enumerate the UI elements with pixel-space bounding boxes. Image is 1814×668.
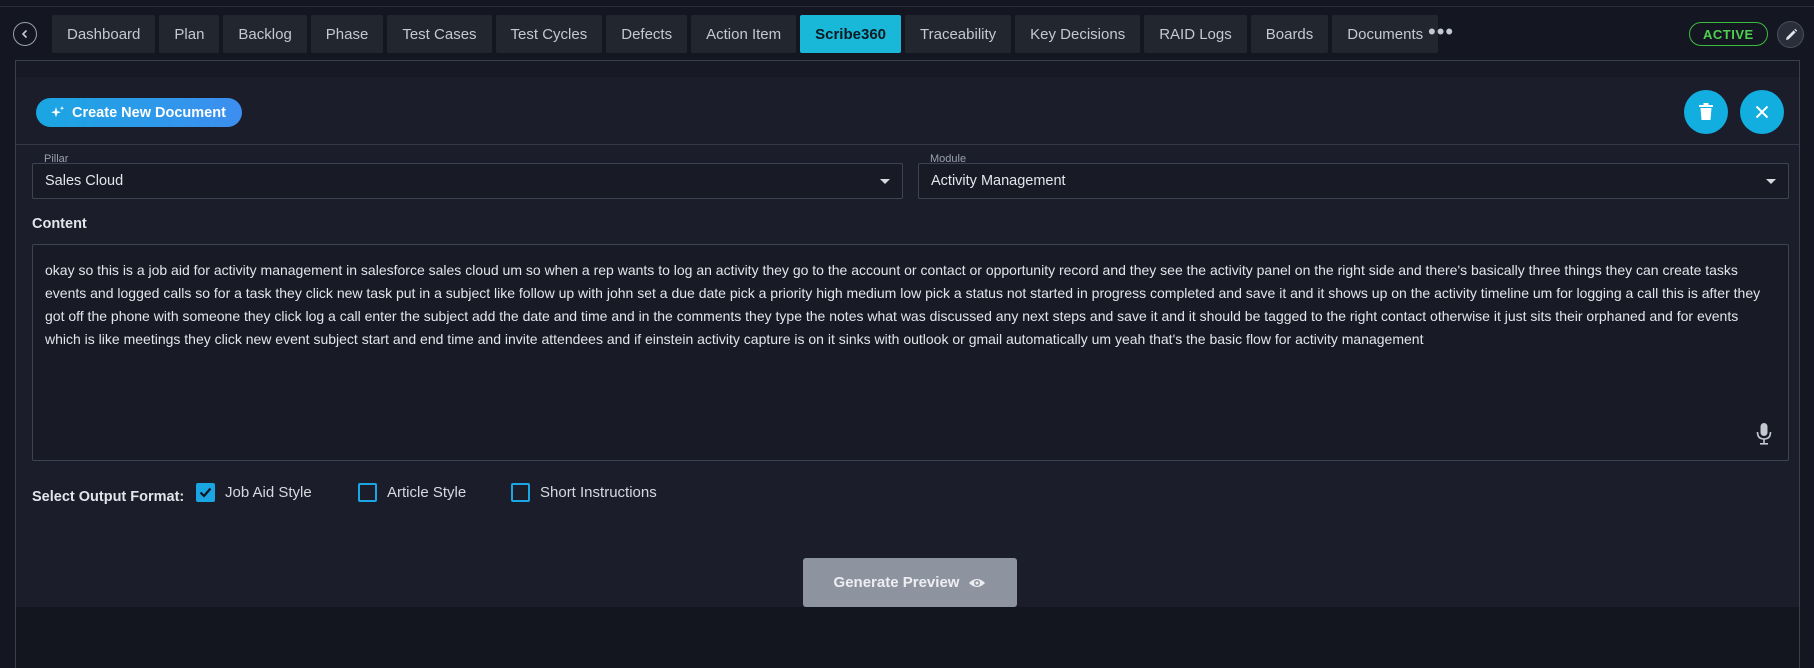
create-new-document-label: Create New Document [72, 104, 226, 121]
caret-down-icon [880, 179, 890, 184]
create-new-document-button[interactable]: Create New Document [36, 98, 242, 127]
top-divider [0, 6, 1814, 7]
content-text: okay so this is a job aid for activity m… [45, 262, 1761, 347]
format-option-short-instructions[interactable]: Short Instructions [511, 483, 657, 502]
output-format-label: Select Output Format: [32, 489, 185, 505]
checkbox-unchecked[interactable] [358, 483, 377, 502]
tab-key-decisions[interactable]: Key Decisions [1015, 15, 1141, 53]
tab-test-cycles[interactable]: Test Cycles [495, 15, 603, 53]
tab-scribe360[interactable]: Scribe360 [800, 15, 902, 53]
tab-test-cases[interactable]: Test Cases [387, 15, 492, 53]
tab-list: Dashboard Plan Backlog Phase Test Cases Test … [52, 15, 1439, 53]
close-button[interactable] [1740, 90, 1784, 134]
content-textarea[interactable]: okay so this is a job aid for activity m… [32, 244, 1789, 461]
generate-preview-label: Generate Preview [833, 574, 960, 591]
sparkle-icon [51, 106, 65, 118]
tab-phase[interactable]: Phase [310, 15, 384, 53]
delete-button[interactable] [1684, 90, 1728, 134]
pillar-select[interactable]: Sales Cloud [32, 163, 903, 199]
eye-icon [969, 578, 986, 587]
format-option-article[interactable]: Article Style [358, 483, 466, 502]
generate-preview-button[interactable]: Generate Preview [803, 558, 1017, 607]
edit-button[interactable] [1777, 21, 1804, 48]
microphone-icon[interactable] [1754, 422, 1774, 446]
chevron-left-icon [21, 29, 28, 39]
pillar-value: Sales Cloud [45, 173, 124, 189]
document-panel: Create New Document Pillar Sales Cloud M… [15, 60, 1800, 668]
format-option-label: Article Style [387, 484, 467, 501]
tab-documents[interactable]: Documents [1332, 15, 1439, 53]
trash-icon [1699, 103, 1713, 120]
content-label: Content [32, 216, 87, 232]
tab-plan[interactable]: Plan [159, 15, 220, 53]
tab-dashboard[interactable]: Dashboard [52, 15, 156, 53]
format-option-job-aid[interactable]: Job Aid Style [196, 483, 312, 502]
tab-raid-logs[interactable]: RAID Logs [1144, 15, 1247, 53]
document-form: Create New Document Pillar Sales Cloud M… [16, 77, 1799, 607]
tab-backlog[interactable]: Backlog [223, 15, 307, 53]
tab-traceability[interactable]: Traceability [905, 15, 1012, 53]
tab-bar: Dashboard Plan Backlog Phase Test Cases Test … [0, 15, 1814, 53]
module-value: Activity Management [931, 173, 1066, 189]
checkbox-unchecked[interactable] [511, 483, 530, 502]
panel-header: Create New Document [16, 77, 1799, 145]
module-select[interactable]: Activity Management [918, 163, 1789, 199]
tab-action-item[interactable]: Action Item [691, 15, 797, 53]
format-option-label: Job Aid Style [225, 484, 312, 501]
more-tabs-button[interactable]: ••• [1428, 21, 1454, 43]
status-badge: ACTIVE [1689, 22, 1768, 46]
close-icon [1755, 105, 1769, 119]
tab-boards[interactable]: Boards [1250, 15, 1329, 53]
checkbox-checked[interactable] [196, 483, 215, 502]
tab-defects[interactable]: Defects [606, 15, 688, 53]
back-button[interactable] [13, 22, 37, 46]
format-option-label: Short Instructions [540, 484, 657, 501]
pencil-icon [1785, 28, 1797, 40]
checkmark-icon [199, 487, 212, 498]
caret-down-icon [1766, 179, 1776, 184]
